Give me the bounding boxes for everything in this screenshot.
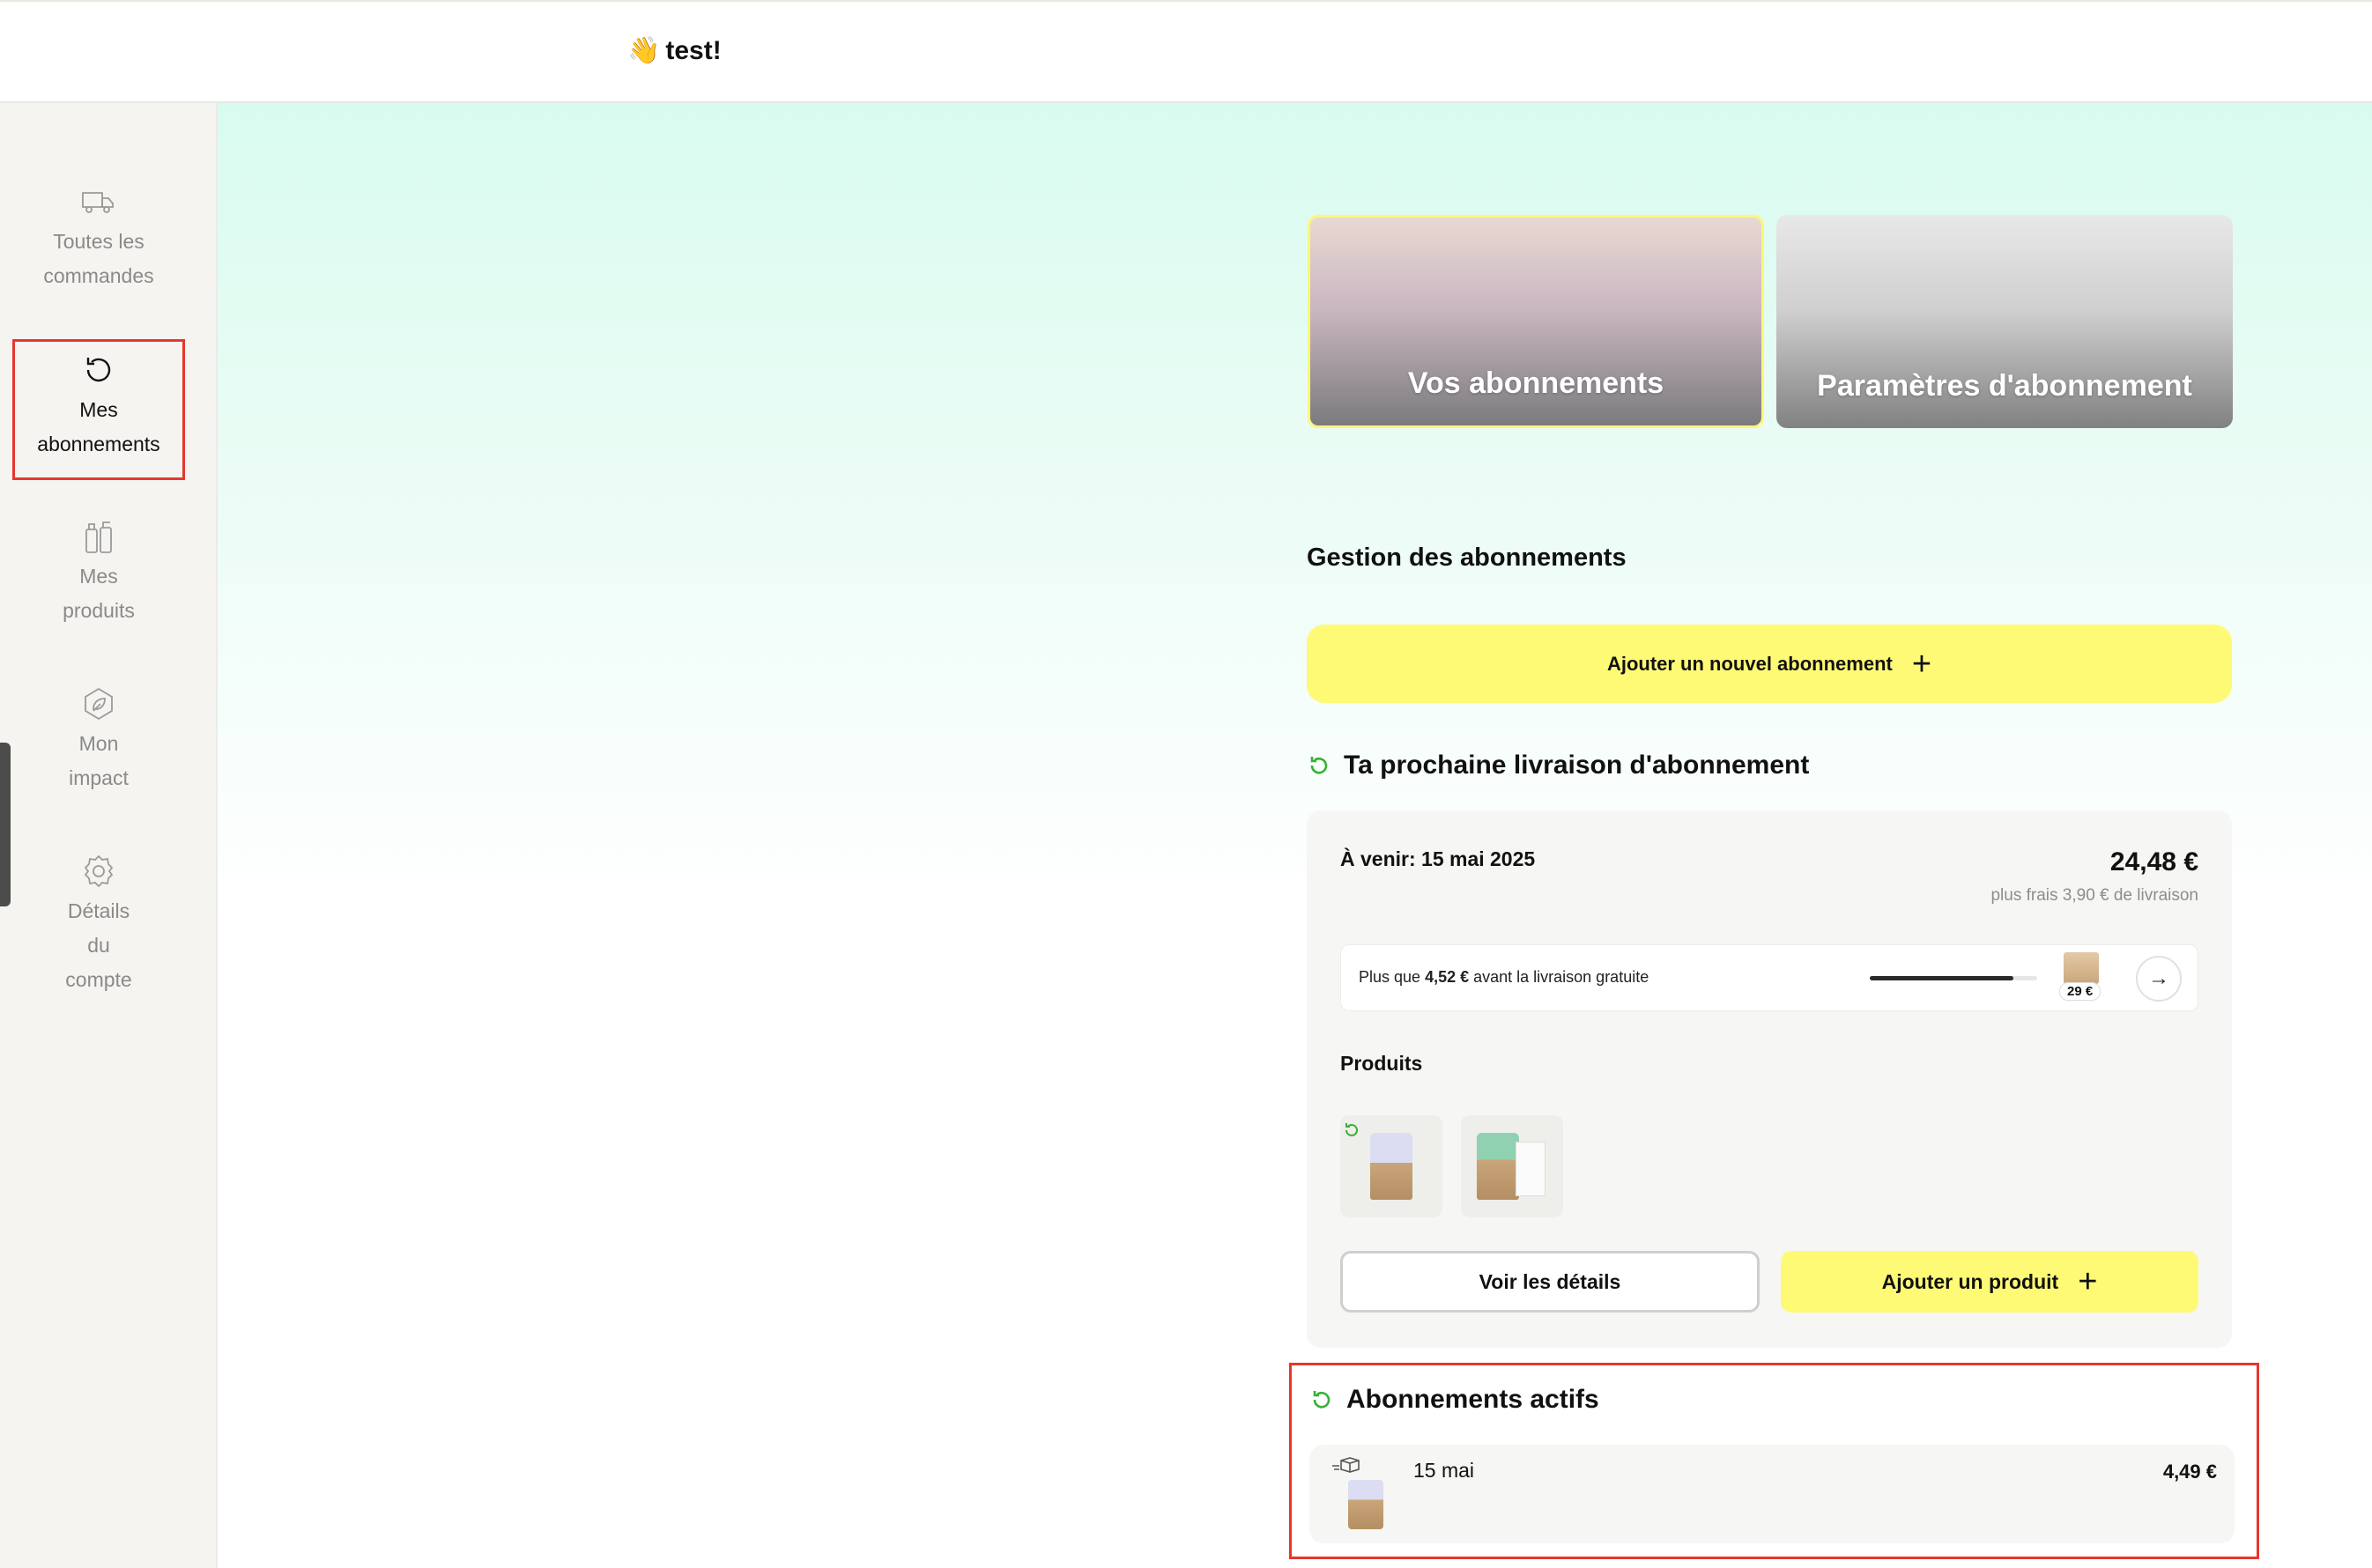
sidebar-label-line: commandes	[43, 264, 154, 287]
bottles-icon	[85, 521, 112, 553]
refresh-icon	[1310, 757, 1328, 774]
view-details-button[interactable]: Voir les détails	[1340, 1251, 1760, 1313]
sidebar-label-line: Mes	[79, 398, 118, 421]
box-icon	[2064, 952, 2099, 984]
free-shipping-text: Plus que 4,52 € avant la livraison gratu…	[1359, 968, 1649, 987]
free-shipping-progress: Plus que 4,52 € avant la livraison gratu…	[1340, 944, 2198, 1011]
refresh-icon	[86, 358, 111, 382]
greeting-text: test!	[665, 35, 722, 65]
upcoming-date: À venir: 15 mai 2025	[1340, 847, 1536, 870]
arrow-right-button[interactable]: →	[2136, 956, 2182, 1002]
product-thumbnail[interactable]	[1461, 1115, 1563, 1217]
truck-icon	[82, 192, 114, 213]
sidebar-label-line: Mon	[78, 732, 119, 755]
sidebar-label-line: produits	[63, 599, 135, 622]
section-title-text: Ta prochaine livraison d'abonnement	[1344, 751, 1810, 780]
threshold-badge: 29 €	[2059, 982, 2101, 1001]
refresh-icon	[1313, 1391, 1331, 1409]
sidebar: Toutes les commandes Mes abonnements Mes…	[0, 103, 218, 1568]
card-title: Vos abonnements	[1407, 366, 1664, 400]
subscription-price: 4,49 €	[2162, 1461, 2217, 1483]
free-shipping-amount: 4,52 €	[1425, 968, 1470, 986]
product-bag-image	[1477, 1133, 1519, 1200]
sidebar-label-line: abonnements	[37, 433, 160, 455]
sidebar-label-line: Détails	[67, 899, 130, 922]
drawer-handle[interactable]	[0, 743, 11, 906]
card-title: Paramètres d'abonnement	[1817, 369, 2192, 403]
arrow-right-icon: →	[2148, 966, 2169, 990]
plus-icon: +	[1911, 645, 1932, 683]
section-title-active: Abonnements actifs	[1309, 1385, 1599, 1415]
section-title-text: Abonnements actifs	[1346, 1385, 1599, 1414]
refresh-icon	[1345, 1123, 1358, 1136]
card-subscription-settings[interactable]: Paramètres d'abonnement	[1776, 215, 2233, 428]
sidebar-item-orders[interactable]: Toutes les commandes	[12, 182, 185, 293]
products-label: Produits	[1340, 1052, 1423, 1075]
progress-bar-fill	[1870, 976, 2014, 980]
add-product-button[interactable]: Ajouter un produit +	[1781, 1251, 2198, 1313]
sidebar-item-impact[interactable]: Mon impact	[12, 684, 185, 795]
top-bar: 👋 test!	[0, 0, 2372, 103]
free-shipping-suffix: avant la livraison gratuite	[1469, 968, 1649, 986]
delivery-price: 24,48 €	[2109, 847, 2198, 876]
plus-icon: +	[2078, 1263, 2098, 1300]
card-subscriptions[interactable]: Vos abonnements	[1308, 215, 1764, 428]
section-title-next-delivery: Ta prochaine livraison d'abonnement	[1307, 751, 1809, 780]
sidebar-label-line: impact	[69, 766, 129, 789]
subscription-row[interactable]: 15 mai 4,49 €	[1309, 1445, 2235, 1543]
free-shipping-prefix: Plus que	[1359, 968, 1426, 986]
sidebar-label-line: Toutes les	[53, 230, 145, 253]
sidebar-label-line: Mes	[79, 565, 118, 588]
gear-icon	[84, 854, 114, 888]
active-subscriptions-section: Abonnements actifs 15 mai 4,49 €	[1289, 1363, 2259, 1559]
sidebar-item-subscriptions[interactable]: Mes abonnements	[12, 339, 185, 480]
progress-bar	[1870, 976, 2037, 980]
wave-emoji: 👋	[627, 36, 661, 65]
add-subscription-button[interactable]: Ajouter un nouvel abonnement +	[1307, 625, 2232, 703]
button-label: Ajouter un nouvel abonnement	[1606, 652, 1893, 675]
next-delivery-panel: À venir: 15 mai 2025 24,48 € plus frais …	[1307, 810, 2232, 1348]
subscription-date: 15 mai	[1413, 1459, 1475, 1482]
product-box-image	[1516, 1142, 1546, 1196]
delivery-fees: plus frais 3,90 € de livraison	[1990, 886, 2198, 905]
sidebar-label-line: compte	[65, 968, 132, 991]
product-bag-image	[1370, 1133, 1412, 1200]
button-label: Ajouter un produit	[1881, 1269, 2059, 1293]
product-thumbnail[interactable]	[1340, 1115, 1442, 1217]
sidebar-item-account[interactable]: Détails du compte	[12, 852, 185, 997]
leaf-icon	[85, 687, 113, 721]
product-bag-image	[1348, 1480, 1383, 1529]
delivery-truck-icon	[1332, 1457, 1360, 1473]
section-title-management: Gestion des abonnements	[1307, 544, 1627, 572]
sidebar-item-products[interactable]: Mes produits	[12, 517, 185, 628]
sidebar-label-line: du	[87, 934, 110, 957]
greeting: 👋 test!	[627, 35, 722, 66]
